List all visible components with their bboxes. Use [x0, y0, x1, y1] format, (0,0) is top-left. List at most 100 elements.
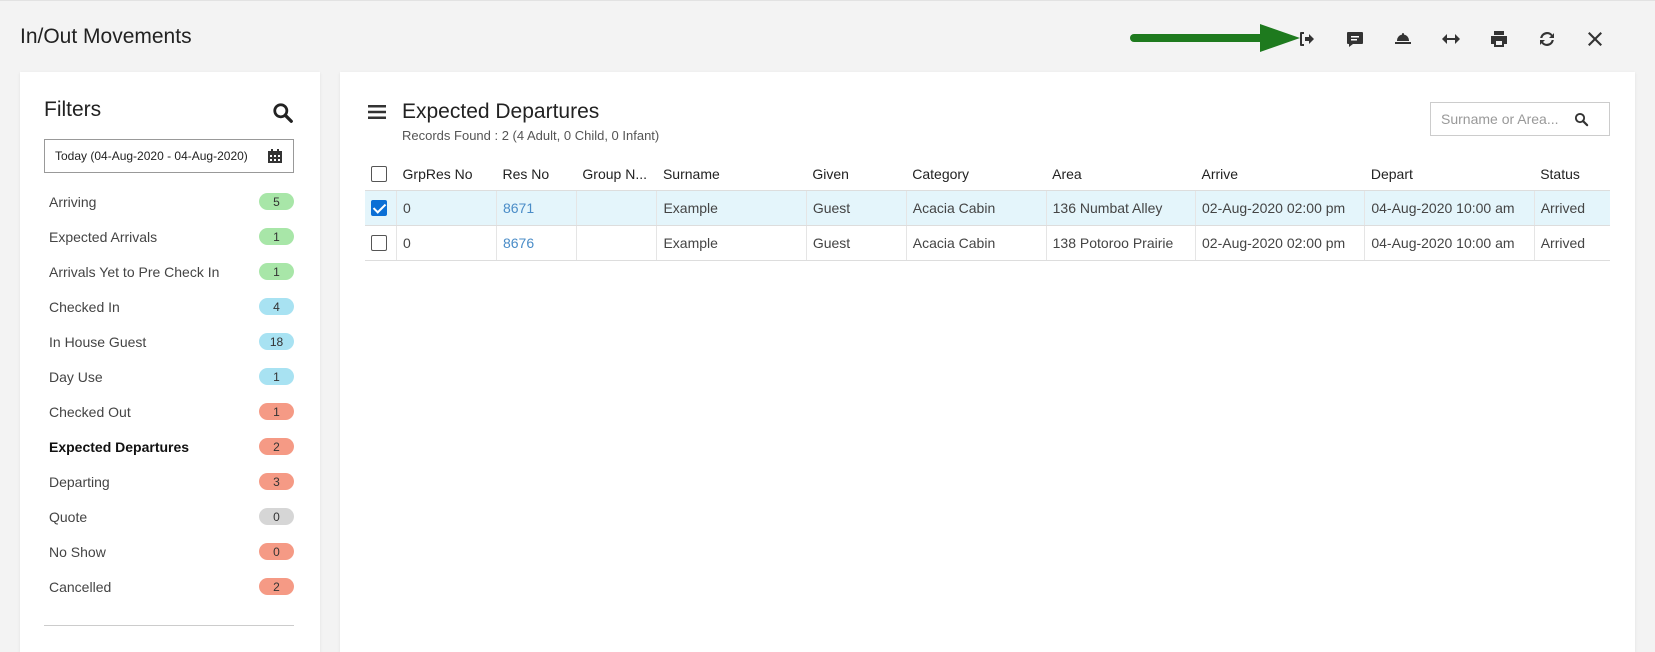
table-header-row: GrpRes No Res No Group N... Surname Given Cat…	[365, 158, 1610, 191]
filter-item[interactable]: Checked In 4	[44, 289, 294, 324]
table-cell: 0	[396, 190, 497, 226]
service-bell-button[interactable]	[1379, 24, 1427, 54]
expand-icon	[1442, 34, 1460, 44]
res-no-link[interactable]: 8676	[503, 235, 534, 251]
table-cell: 8676	[496, 225, 577, 261]
filter-item-label: Checked In	[49, 298, 120, 315]
res-no-link[interactable]: 8671	[503, 200, 534, 216]
filter-item-label: Expected Arrivals	[49, 228, 158, 245]
count-badge: 2	[259, 438, 294, 455]
table-cell: 02-Aug-2020 02:00 pm	[1195, 225, 1366, 261]
filter-item[interactable]: No Show 0	[44, 534, 294, 569]
filter-item-label: Cancelled	[49, 578, 112, 595]
table-cell: Acacia Cabin	[906, 190, 1047, 226]
filter-item[interactable]: Quote 0	[44, 499, 294, 534]
table-cell: 8671	[496, 190, 577, 226]
search-input[interactable]	[1441, 111, 1571, 127]
filter-item-label: No Show	[49, 543, 106, 560]
search-icon[interactable]	[1574, 112, 1589, 127]
column-header[interactable]: Surname	[656, 158, 807, 191]
filter-item[interactable]: Expected Arrivals 1	[44, 219, 294, 254]
count-badge: 0	[259, 543, 294, 560]
filter-item-label: In House Guest	[49, 333, 147, 350]
page-title: In/Out Movements	[20, 25, 192, 48]
row-checkbox[interactable]	[371, 200, 387, 217]
count-badge: 1	[259, 228, 294, 245]
table-cell: 04-Aug-2020 10:00 am	[1364, 225, 1535, 261]
filter-item[interactable]: Expected Departures 2	[44, 429, 294, 464]
table-cell: Acacia Cabin	[906, 225, 1047, 261]
list-title: Expected Departures	[402, 100, 600, 123]
close-icon	[1588, 32, 1602, 46]
filter-item-label: Quote	[49, 508, 88, 525]
search-icon[interactable]	[272, 102, 294, 124]
expand-button[interactable]	[1427, 24, 1475, 54]
calendar-icon	[268, 149, 282, 163]
check-out-button[interactable]	[1283, 24, 1331, 54]
filter-item[interactable]: In House Guest 18	[44, 324, 294, 359]
table-cell: Guest	[806, 225, 907, 261]
row-select-cell	[365, 225, 398, 261]
filter-item-label: Arriving	[49, 193, 97, 210]
column-header[interactable]: Depart	[1364, 158, 1535, 191]
divider	[44, 625, 294, 626]
records-found: Records Found : 2 (4 Adult, 0 Child, 0 I…	[402, 128, 660, 143]
column-header[interactable]: GrpRes No	[396, 158, 497, 191]
filter-item-label: Arrivals Yet to Pre Check In	[49, 263, 220, 280]
refresh-icon	[1540, 32, 1554, 46]
column-header[interactable]: Given	[806, 158, 907, 191]
message-button[interactable]	[1331, 24, 1379, 54]
filter-item[interactable]: Arrivals Yet to Pre Check In 1	[44, 254, 294, 289]
filter-item-label: Expected Departures	[49, 438, 190, 455]
search-field[interactable]	[1430, 102, 1610, 136]
table-cell	[576, 225, 658, 261]
count-badge: 3	[259, 473, 294, 490]
filter-item-label: Day Use	[49, 368, 103, 385]
filter-item-label: Checked Out	[49, 403, 131, 420]
count-badge: 4	[259, 298, 294, 315]
service-bell-icon	[1395, 33, 1411, 44]
filter-item[interactable]: Departing 3	[44, 464, 294, 499]
column-header[interactable]: Res No	[496, 158, 577, 191]
date-range-value: Today (04-Aug-2020 - 04-Aug-2020)	[55, 149, 248, 163]
count-badge: 5	[259, 193, 294, 210]
table-cell: Example	[656, 225, 807, 261]
column-header[interactable]: Category	[906, 158, 1047, 191]
refresh-button[interactable]	[1523, 24, 1571, 54]
departures-table: GrpRes No Res No Group N... Surname Given Cat…	[365, 158, 1610, 261]
column-header[interactable]: Area	[1046, 158, 1196, 191]
count-badge: 1	[259, 368, 294, 385]
print-button[interactable]	[1475, 24, 1523, 54]
filter-item[interactable]: Arriving 5	[44, 184, 294, 219]
count-badge: 0	[259, 508, 294, 525]
table-row[interactable]: 0 8676 Example Guest Acacia Cabin 138 Potoroo…	[365, 225, 1610, 261]
select-all-cell	[365, 158, 397, 191]
main-panel: Expected Departures Records Found : 2 (4…	[340, 72, 1635, 652]
filter-item-label: Departing	[49, 473, 110, 490]
menu-icon[interactable]	[368, 104, 386, 120]
table-cell: Guest	[806, 190, 907, 226]
column-header[interactable]: Status	[1534, 158, 1610, 191]
count-badge: 1	[259, 263, 294, 280]
close-button[interactable]	[1571, 24, 1619, 54]
filters-panel: Filters Today (04-Aug-2020 - 04-Aug-2020…	[20, 72, 320, 652]
column-header[interactable]: Group N...	[576, 158, 657, 191]
date-range-picker[interactable]: Today (04-Aug-2020 - 04-Aug-2020)	[44, 139, 294, 173]
filter-item[interactable]: Cancelled 2	[44, 569, 294, 604]
table-cell: 136 Numbat Alley	[1046, 190, 1197, 226]
row-select-cell	[365, 190, 398, 226]
table-row[interactable]: 0 8671 Example Guest Acacia Cabin 136 Numbat …	[365, 190, 1610, 226]
table-cell: 138 Potoroo Prairie	[1046, 225, 1197, 261]
row-checkbox[interactable]	[371, 235, 387, 252]
filter-item[interactable]: Day Use 1	[44, 359, 294, 394]
table-cell: 02-Aug-2020 02:00 pm	[1195, 190, 1366, 226]
filter-item[interactable]: Checked Out 1	[44, 394, 294, 429]
table-cell: 04-Aug-2020 10:00 am	[1364, 190, 1535, 226]
count-badge: 1	[259, 403, 294, 420]
count-badge: 18	[259, 333, 294, 350]
select-all-checkbox[interactable]	[371, 166, 387, 183]
column-header[interactable]: Arrive	[1195, 158, 1365, 191]
message-icon	[1347, 32, 1363, 47]
annotation-arrow	[1130, 24, 1300, 52]
filters-title: Filters	[44, 98, 102, 121]
